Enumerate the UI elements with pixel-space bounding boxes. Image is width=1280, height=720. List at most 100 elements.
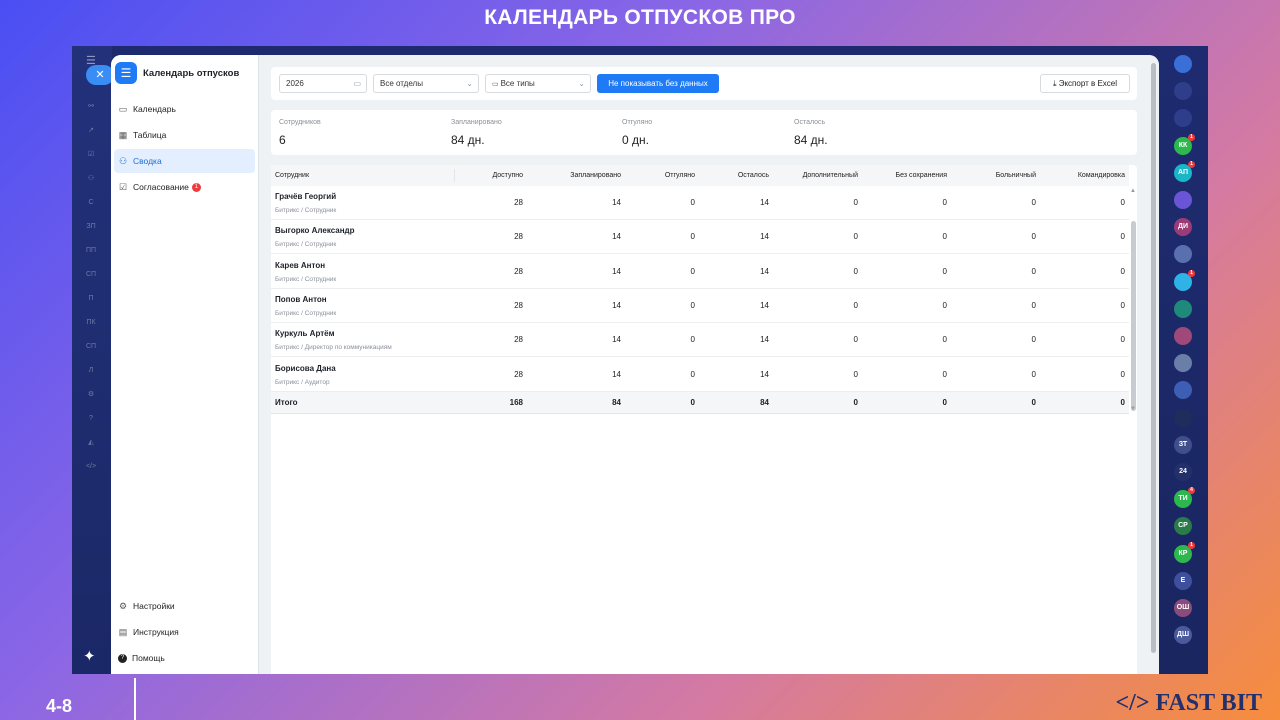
column-header[interactable]: Дополнительный <box>778 165 858 186</box>
app-icon[interactable]: ПК <box>82 314 100 332</box>
column-header[interactable]: Доступно <box>463 165 523 186</box>
notification-badge: 4 <box>1188 487 1195 495</box>
department-select[interactable]: Все отделы ⌄ <box>373 74 479 93</box>
table-cell: 0 <box>690 369 695 379</box>
table-cell: 0 <box>1031 266 1036 276</box>
avatar[interactable] <box>1174 327 1192 345</box>
app-icon[interactable]: ПП <box>82 242 100 260</box>
year-picker[interactable]: 2026 ▭ <box>279 74 367 93</box>
browser-screen: ☰ ✕ ⚯ ↗ ☑ ⚇ С ЗП ПП СП П ПК СП Л ⚙ ? ◭ <… <box>72 46 1208 674</box>
sidebar-item-calendar[interactable]: ▭ Календарь <box>114 97 255 121</box>
gear-icon[interactable]: ⚙ <box>82 386 100 404</box>
table-row[interactable]: Борисова Дана Битрикс / Аудитор 28 14 0 14 0 0 0… <box>271 358 1129 392</box>
avatar[interactable]: Е <box>1174 571 1192 590</box>
sidebar-item-summary[interactable]: ⚇ Сводка <box>114 149 255 173</box>
table-cell: 28 <box>514 335 523 345</box>
avatar[interactable] <box>1174 55 1192 73</box>
app-icon[interactable]: ЗП <box>82 218 100 236</box>
column-header[interactable]: Осталось <box>709 165 769 186</box>
employee-name: Грачёв Георгий <box>275 192 337 201</box>
employee-role: Битрикс / Сотрудник <box>275 241 337 249</box>
sidebar-item-label: Настройки <box>133 601 175 611</box>
avatar[interactable] <box>1174 245 1192 264</box>
avatar[interactable]: ДИ <box>1174 218 1192 237</box>
link-icon[interactable]: ⚯ <box>82 98 100 116</box>
divider <box>134 678 136 720</box>
table-cell: 28 <box>514 266 523 276</box>
table-scrollbar[interactable]: ▲ ▼ <box>1129 186 1137 416</box>
table-cell: 0 <box>690 266 695 276</box>
avatar[interactable]: КР 1 <box>1174 541 1195 563</box>
help-icon: ? <box>118 653 127 663</box>
avatar[interactable]: ДШ <box>1174 626 1192 645</box>
table-cell: 0 <box>942 369 947 379</box>
avatar[interactable]: ОШ <box>1174 599 1192 617</box>
external-link-icon[interactable]: ↗ <box>82 122 100 140</box>
column-header[interactable]: Без сохранения <box>867 165 948 186</box>
avatar[interactable]: 24 <box>1174 463 1192 481</box>
table-total-row[interactable]: Итого 168 84 0 84 0 0 0 0 <box>271 391 1129 414</box>
sidebar-item-label: Календарь <box>133 104 176 114</box>
sidebar-item-table[interactable]: ▦ Таблица <box>114 123 255 147</box>
sidebar-header: ☰ Календарь отпусков <box>115 59 254 87</box>
avatar[interactable]: СР <box>1174 517 1192 536</box>
avatar[interactable]: АП 1 <box>1174 160 1195 182</box>
notification-badge: 1 <box>1188 133 1195 141</box>
avatar[interactable]: КК 1 <box>1174 133 1195 155</box>
table-cell: 0 <box>942 198 947 207</box>
app-icon[interactable]: СП <box>82 338 100 356</box>
avatar[interactable]: 1 <box>1174 269 1195 291</box>
avatar[interactable] <box>1174 299 1192 318</box>
crm-icon[interactable]: С <box>82 194 100 212</box>
column-header[interactable]: Командировка <box>1045 165 1125 186</box>
table-row[interactable]: Куркуль Артём Битрикс / Директор по комму… <box>271 323 1129 358</box>
table-cell: 0 <box>942 300 947 310</box>
sidebar-item-approval[interactable]: ☑ Согласование 1 <box>114 175 255 199</box>
table-row[interactable]: Выгорко Александр Битрикс / Сотрудник 28 14… <box>271 220 1129 255</box>
code-icon[interactable]: </> <box>82 458 100 476</box>
hide-empty-button[interactable]: Не показывать без данных <box>597 74 719 93</box>
table-cell: 0 <box>853 369 858 379</box>
avatar-initials: ЗТ <box>1178 440 1188 448</box>
sidebar-bottom: ⚙ Настройки ▤ Инструкция ? Помощь <box>111 594 259 672</box>
export-excel-button[interactable]: ⤓ Экспорт в Excel <box>1040 74 1130 93</box>
menu-icon[interactable]: ☰ <box>115 62 137 84</box>
sidebar-item-settings[interactable]: ⚙ Настройки <box>114 594 256 618</box>
table-cell: 28 <box>514 232 523 242</box>
table-row[interactable]: Попов Антон Битрикс / Сотрудник 28 14 0 14 0 0 0… <box>271 289 1129 323</box>
employee-name: Выгорко Александр <box>275 226 355 236</box>
column-header[interactable]: Больничный <box>956 165 1036 186</box>
avatar[interactable] <box>1174 354 1192 373</box>
avatar[interactable] <box>1174 408 1192 427</box>
table-row[interactable]: Грачёв Георгий Битрикс / Сотрудник 28 14 0 14… <box>271 186 1129 220</box>
bitrix-logo-icon[interactable]: ✦ <box>83 647 101 665</box>
tasks-icon[interactable]: ☑ <box>82 146 100 164</box>
sidebar-item-help[interactable]: ? Помощь <box>114 646 256 670</box>
sites-icon[interactable]: ◭ <box>82 434 100 452</box>
table-row[interactable]: Карев Антон Битрикс / Сотрудник 28 14 0 14 0 0 0… <box>271 255 1129 289</box>
page-scrollbar[interactable] <box>1149 55 1159 674</box>
type-select[interactable]: ▭ Все типы ⌄ <box>485 74 591 93</box>
table-cell: 0 <box>1120 335 1125 345</box>
contacts-icon[interactable]: ⚇ <box>82 170 100 188</box>
close-icon[interactable]: ✕ <box>86 65 114 85</box>
app-icon[interactable]: СП <box>82 266 100 284</box>
employee-name: Попов Антон <box>275 294 327 304</box>
app-icon[interactable]: П <box>82 290 100 308</box>
avatar[interactable] <box>1174 109 1192 128</box>
column-header[interactable]: Отгуляно <box>635 165 695 186</box>
avatar-initials: КК <box>1178 141 1188 149</box>
avatar[interactable] <box>1174 191 1192 209</box>
avatar[interactable] <box>1174 381 1192 400</box>
table-cell: 0 <box>690 300 695 310</box>
column-header[interactable]: Запланировано <box>561 165 621 186</box>
help-icon[interactable]: ? <box>82 410 100 428</box>
avatar[interactable]: ТИ 4 <box>1174 487 1195 509</box>
app-icon[interactable]: Л <box>82 362 100 380</box>
avatar[interactable]: ЗТ <box>1174 435 1192 454</box>
app-window: ☰ Календарь отпусков ▭ Календарь ▦ Табли… <box>111 55 1159 674</box>
table-cell: 0 <box>1031 198 1036 207</box>
sidebar-item-instructions[interactable]: ▤ Инструкция <box>114 620 256 644</box>
avatar[interactable] <box>1174 82 1192 101</box>
column-header[interactable]: Сотрудник <box>275 165 309 186</box>
